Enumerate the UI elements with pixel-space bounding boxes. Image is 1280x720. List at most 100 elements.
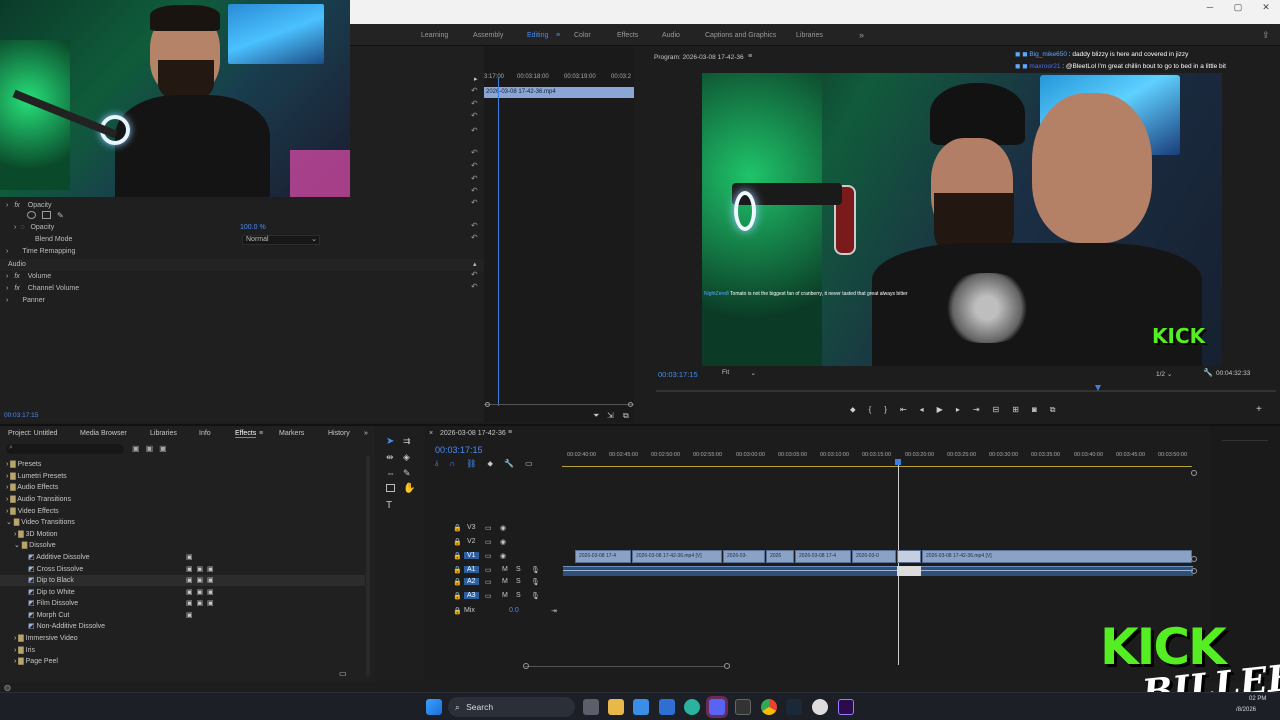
timeline-zoom-bar[interactable] [525,666,725,667]
ripple-edit-icon[interactable]: ⇹ [386,452,394,463]
zoom-handle-left[interactable] [485,402,490,407]
scroll-handle[interactable] [1191,568,1197,574]
tree-item[interactable]: ◩ Non-Additive Dissolve [0,621,365,632]
tab-editing[interactable]: Editing [527,32,548,39]
track-label[interactable]: V2 [467,538,476,545]
tree-item[interactable]: › ▇ Presets [0,459,365,470]
reset-icon[interactable]: ↶ [471,221,478,230]
lock-icon[interactable]: 🔒 [453,552,462,560]
timeline-ruler[interactable]: 00:02:40:00 00:02:45:00 00:02:50:00 00:0… [562,448,1192,462]
tree-item[interactable]: ◩ Additive Dissolve ▣ [0,552,365,563]
tab-learning[interactable]: Learning [421,32,448,39]
maximize-icon[interactable]: ▢ [1224,0,1252,14]
ec-timecode[interactable]: 00:03:17:15 [4,412,38,419]
menu-icon[interactable]: ≡ [508,429,512,436]
work-area-bar[interactable] [562,466,1192,467]
xbox-icon[interactable] [735,699,751,715]
mute-button[interactable]: M [502,592,508,599]
go-to-end-icon[interactable]: ⇥ [551,607,557,615]
zoom-handle-left[interactable] [523,663,529,669]
snap-icon[interactable]: ∩ [449,459,455,469]
nest-icon[interactable]: ⫰ [435,459,438,469]
tab-history[interactable]: History [328,430,350,437]
mark-in-icon[interactable]: { [869,405,872,415]
resolution-select[interactable]: 1/2 ⌄ [1156,370,1172,378]
mic-icon[interactable]: 🎙 [531,578,540,586]
sync-lock-icon[interactable]: ▭ [485,592,492,600]
edge-icon[interactable] [684,699,700,715]
tab-audio[interactable]: Audio [662,32,680,39]
video-clip[interactable]: 2026 [766,550,794,563]
selection-tool-icon[interactable]: ➤ [386,436,394,447]
mix-value[interactable]: 0.0 [509,607,519,614]
close-icon[interactable]: ✕ [1252,0,1280,14]
ec-row-channel-volume[interactable]: › fx Channel Volume [0,283,484,295]
video-clip[interactable]: 2026-03-08 17-42-36.mp4 [V] [922,550,1192,563]
tree-item[interactable]: ◩ Dip to White ▣ ▣ ▣ [0,587,365,598]
wrench-icon[interactable]: 🔧 [504,459,514,469]
store-icon[interactable] [633,699,649,715]
tree-item[interactable]: › ▇ Page Peel [0,656,365,667]
ec-row-panner[interactable]: › Panner [0,295,484,307]
sequence-timecode[interactable]: 00:03:17:15 [435,445,483,455]
reset-icon[interactable]: ↶ [471,270,478,279]
tab-captions[interactable]: Captions and Graphics [705,32,776,39]
menu-icon[interactable]: ≡ [748,53,752,60]
tab-effects[interactable]: Effects [235,430,257,438]
scroll-handle[interactable] [1191,556,1197,562]
solo-button[interactable]: S [516,566,521,573]
reset-icon[interactable]: ↶ [471,99,478,108]
sequence-tab[interactable]: 2026-03-08 17-42-36 [440,430,506,437]
menu-icon[interactable]: ≡ [556,32,560,39]
export-icon[interactable]: ⇲ [607,411,614,420]
tab-project[interactable]: Project: Untitled [8,430,57,437]
razor-tool-icon[interactable]: ◈ [403,452,410,463]
scrollbar[interactable] [366,456,370,676]
blend-mode-select[interactable]: Normal ⌄ [242,235,320,245]
32bit-effects-icon[interactable]: ▣ [146,444,154,453]
steam-icon[interactable] [786,699,802,715]
play-only-icon[interactable]: ▸ [474,75,478,83]
solo-button[interactable]: S [516,578,521,585]
effects-search-input[interactable]: ⌕ [6,444,124,454]
mark-out-icon[interactable]: } [884,405,887,415]
menu-icon[interactable]: ≡ [259,430,263,437]
tab-info[interactable]: Info [199,430,211,437]
tab-markers[interactable]: Markers [279,430,304,437]
tree-item[interactable]: › ▇ Immersive Video [0,633,365,644]
lock-icon[interactable]: 🔒 [453,592,462,600]
sync-lock-icon[interactable]: ▭ [485,524,492,532]
tree-item[interactable]: › ▇ 3D Motion [0,529,365,540]
tree-item[interactable]: ⌄ ▇ Video Transitions [0,517,365,528]
scroll-handle[interactable] [1191,470,1197,476]
reset-icon[interactable]: ↶ [471,282,478,291]
accelerated-effects-icon[interactable]: ▣ [132,444,140,453]
add-marker-icon[interactable]: ⬥ [487,459,493,469]
step-forward-icon[interactable]: ▸ [956,405,960,415]
audio-clip-selected[interactable] [897,566,921,576]
extract-icon[interactable]: ⊞ [1012,405,1019,415]
linked-selection-icon[interactable]: ⛓ [466,459,476,469]
pen-tool-icon[interactable]: ✎ [403,468,411,479]
tab-media-browser[interactable]: Media Browser [80,430,127,437]
playhead-line[interactable] [898,465,899,665]
type-tool-icon[interactable]: T [386,500,392,511]
lock-icon[interactable]: 🔒 [453,524,462,532]
zoom-handle-right[interactable] [628,402,633,407]
camera-icon[interactable]: ◙ [1032,405,1037,415]
step-back-icon[interactable]: ◂ [920,405,924,415]
track-select-icon[interactable]: ⇉ [403,436,411,447]
mini-clip[interactable]: 2026-03-08 17-42-36.mp4 [484,87,634,98]
minimize-icon[interactable]: ─ [1196,0,1224,14]
obs-icon[interactable] [812,699,828,715]
ec-row-opacity-header[interactable]: › fx Opacity [0,200,484,212]
tree-item[interactable]: › ▇ Video Effects [0,506,365,517]
video-clip[interactable]: 2026-03-08 17-4 [795,550,851,563]
fit-select[interactable]: Fit ⌄ [718,369,758,379]
captions-icon[interactable]: ▭ [525,459,533,469]
lock-icon[interactable]: 🔒 [453,538,462,546]
opacity-value[interactable]: 100.0 % [240,222,266,234]
mic-icon[interactable]: 🎙 [531,592,540,600]
tree-item[interactable]: ◩ Morph Cut ▣ [0,610,365,621]
tree-item[interactable]: ⌄ ▇ Dissolve [0,540,365,551]
